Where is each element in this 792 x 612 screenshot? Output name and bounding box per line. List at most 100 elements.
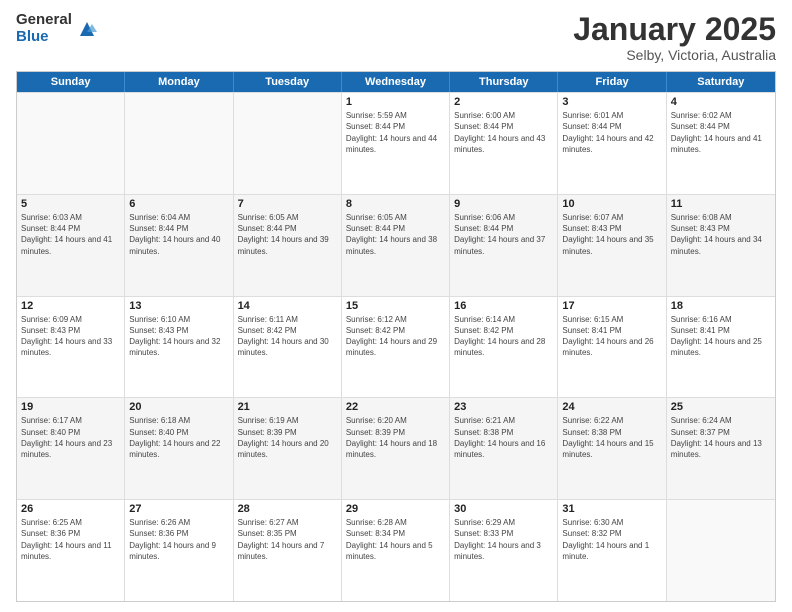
header-cell-wednesday: Wednesday (342, 72, 450, 92)
day-info: Sunrise: 5:59 AM Sunset: 8:44 PM Dayligh… (346, 110, 445, 155)
title-block: January 2025 Selby, Victoria, Australia (573, 12, 776, 63)
day-number: 9 (454, 198, 553, 210)
header-cell-sunday: Sunday (17, 72, 125, 92)
day-info: Sunrise: 6:24 AM Sunset: 8:37 PM Dayligh… (671, 415, 771, 460)
day-number: 31 (562, 503, 661, 515)
logo-icon (76, 18, 98, 40)
day-cell-19: 19Sunrise: 6:17 AM Sunset: 8:40 PM Dayli… (17, 398, 125, 499)
day-number: 28 (238, 503, 337, 515)
day-cell-6: 6 Sunrise: 6:04 AM Sunset: 8:44 PM Daylig… (125, 195, 233, 296)
day-number: 3 (562, 96, 661, 108)
day-number: 26 (21, 503, 120, 515)
header: General Blue January 2025 Selby, Victori… (16, 12, 776, 63)
day-cell-8: 8 Sunrise: 6:05 AM Sunset: 8:44 PM Daylig… (342, 195, 450, 296)
day-number: 16 (454, 300, 553, 312)
day-info: Sunrise: 6:16 AM Sunset: 8:41 PM Dayligh… (671, 314, 771, 359)
empty-cell (234, 93, 342, 194)
calendar-body: 1 Sunrise: 5:59 AM Sunset: 8:44 PM Daylig… (17, 92, 775, 601)
header-cell-saturday: Saturday (667, 72, 775, 92)
day-number: 23 (454, 401, 553, 413)
day-number: 27 (129, 503, 228, 515)
day-number: 29 (346, 503, 445, 515)
day-info: Sunrise: 6:10 AM Sunset: 8:43 PM Dayligh… (129, 314, 228, 359)
day-number: 17 (562, 300, 661, 312)
day-number: 24 (562, 401, 661, 413)
day-info: Sunrise: 6:05 AM Sunset: 8:44 PM Dayligh… (346, 212, 445, 257)
day-number: 18 (671, 300, 771, 312)
day-number: 21 (238, 401, 337, 413)
day-info: Sunrise: 6:18 AM Sunset: 8:40 PM Dayligh… (129, 415, 228, 460)
empty-cell (667, 500, 775, 601)
day-info: Sunrise: 6:29 AM Sunset: 8:33 PM Dayligh… (454, 517, 553, 562)
day-info: Sunrise: 6:26 AM Sunset: 8:36 PM Dayligh… (129, 517, 228, 562)
day-cell-12: 12 Sunrise: 6:09 AM Sunset: 8:43 PM Dayli… (17, 297, 125, 398)
day-cell-13: 13Sunrise: 6:10 AM Sunset: 8:43 PM Dayli… (125, 297, 233, 398)
title-month: January 2025 (573, 12, 776, 47)
day-info: Sunrise: 6:02 AM Sunset: 8:44 PM Dayligh… (671, 110, 771, 155)
day-cell-16: 16Sunrise: 6:14 AM Sunset: 8:42 PM Dayli… (450, 297, 558, 398)
day-number: 15 (346, 300, 445, 312)
day-info: Sunrise: 6:07 AM Sunset: 8:43 PM Dayligh… (562, 212, 661, 257)
day-info: Sunrise: 6:15 AM Sunset: 8:41 PM Dayligh… (562, 314, 661, 359)
day-cell-31: 31 Sunrise: 6:30 AM Sunset: 8:32 PM Dayli… (558, 500, 666, 601)
day-cell-9: 9Sunrise: 6:06 AM Sunset: 8:44 PM Daylig… (450, 195, 558, 296)
logo-blue-text: Blue (16, 29, 72, 46)
day-cell-14: 14 Sunrise: 6:11 AM Sunset: 8:42 PM Dayli… (234, 297, 342, 398)
day-number: 8 (346, 198, 445, 210)
empty-cell (125, 93, 233, 194)
calendar-row-0: 1 Sunrise: 5:59 AM Sunset: 8:44 PM Daylig… (17, 92, 775, 194)
header-cell-thursday: Thursday (450, 72, 558, 92)
day-info: Sunrise: 6:30 AM Sunset: 8:32 PM Dayligh… (562, 517, 661, 562)
day-info: Sunrise: 6:21 AM Sunset: 8:38 PM Dayligh… (454, 415, 553, 460)
day-cell-7: 7 Sunrise: 6:05 AM Sunset: 8:44 PM Daylig… (234, 195, 342, 296)
day-number: 4 (671, 96, 771, 108)
day-info: Sunrise: 6:04 AM Sunset: 8:44 PM Dayligh… (129, 212, 228, 257)
day-info: Sunrise: 6:28 AM Sunset: 8:34 PM Dayligh… (346, 517, 445, 562)
page: General Blue January 2025 Selby, Victori… (0, 0, 792, 612)
day-number: 12 (21, 300, 120, 312)
day-number: 30 (454, 503, 553, 515)
day-cell-26: 26 Sunrise: 6:25 AM Sunset: 8:36 PM Dayli… (17, 500, 125, 601)
day-number: 14 (238, 300, 337, 312)
day-number: 1 (346, 96, 445, 108)
day-number: 7 (238, 198, 337, 210)
day-cell-27: 27 Sunrise: 6:26 AM Sunset: 8:36 PM Dayli… (125, 500, 233, 601)
logo: General Blue (16, 12, 98, 45)
header-cell-monday: Monday (125, 72, 233, 92)
day-info: Sunrise: 6:25 AM Sunset: 8:36 PM Dayligh… (21, 517, 120, 562)
day-cell-22: 22Sunrise: 6:20 AM Sunset: 8:39 PM Dayli… (342, 398, 450, 499)
day-number: 20 (129, 401, 228, 413)
day-info: Sunrise: 6:05 AM Sunset: 8:44 PM Dayligh… (238, 212, 337, 257)
day-info: Sunrise: 6:12 AM Sunset: 8:42 PM Dayligh… (346, 314, 445, 359)
day-info: Sunrise: 6:09 AM Sunset: 8:43 PM Dayligh… (21, 314, 120, 359)
day-cell-25: 25Sunrise: 6:24 AM Sunset: 8:37 PM Dayli… (667, 398, 775, 499)
day-cell-3: 3Sunrise: 6:01 AM Sunset: 8:44 PM Daylig… (558, 93, 666, 194)
day-number: 11 (671, 198, 771, 210)
logo-general-text: General (16, 12, 72, 29)
calendar-row-1: 5Sunrise: 6:03 AM Sunset: 8:44 PM Daylig… (17, 194, 775, 296)
day-number: 6 (129, 198, 228, 210)
day-cell-15: 15 Sunrise: 6:12 AM Sunset: 8:42 PM Dayli… (342, 297, 450, 398)
day-info: Sunrise: 6:00 AM Sunset: 8:44 PM Dayligh… (454, 110, 553, 155)
header-cell-tuesday: Tuesday (234, 72, 342, 92)
day-cell-17: 17 Sunrise: 6:15 AM Sunset: 8:41 PM Dayli… (558, 297, 666, 398)
title-location: Selby, Victoria, Australia (573, 47, 776, 63)
day-info: Sunrise: 6:17 AM Sunset: 8:40 PM Dayligh… (21, 415, 120, 460)
day-cell-20: 20 Sunrise: 6:18 AM Sunset: 8:40 PM Dayli… (125, 398, 233, 499)
day-info: Sunrise: 6:20 AM Sunset: 8:39 PM Dayligh… (346, 415, 445, 460)
empty-cell (17, 93, 125, 194)
day-cell-29: 29 Sunrise: 6:28 AM Sunset: 8:34 PM Dayli… (342, 500, 450, 601)
day-cell-4: 4 Sunrise: 6:02 AM Sunset: 8:44 PM Daylig… (667, 93, 775, 194)
day-info: Sunrise: 6:11 AM Sunset: 8:42 PM Dayligh… (238, 314, 337, 359)
day-cell-30: 30 Sunrise: 6:29 AM Sunset: 8:33 PM Dayli… (450, 500, 558, 601)
header-cell-friday: Friday (558, 72, 666, 92)
day-number: 5 (21, 198, 120, 210)
day-cell-21: 21 Sunrise: 6:19 AM Sunset: 8:39 PM Dayli… (234, 398, 342, 499)
day-number: 2 (454, 96, 553, 108)
day-info: Sunrise: 6:19 AM Sunset: 8:39 PM Dayligh… (238, 415, 337, 460)
calendar-header: SundayMondayTuesdayWednesdayThursdayFrid… (17, 72, 775, 92)
day-info: Sunrise: 6:22 AM Sunset: 8:38 PM Dayligh… (562, 415, 661, 460)
day-info: Sunrise: 6:08 AM Sunset: 8:43 PM Dayligh… (671, 212, 771, 257)
day-cell-5: 5Sunrise: 6:03 AM Sunset: 8:44 PM Daylig… (17, 195, 125, 296)
day-cell-1: 1 Sunrise: 5:59 AM Sunset: 8:44 PM Daylig… (342, 93, 450, 194)
